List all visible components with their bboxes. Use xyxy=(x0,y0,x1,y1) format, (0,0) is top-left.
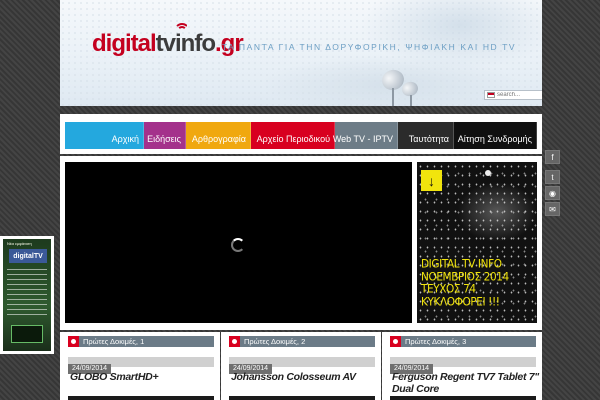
main-nav: Αρχική Ειδήσεις Αρθρογραφία Αρχείο Περιο… xyxy=(65,122,537,149)
nav-item-articles[interactable]: Αρθρογραφία xyxy=(186,122,251,149)
post-category[interactable]: Πρώτες Δοκιμές, 3 xyxy=(390,336,536,347)
nav-item-subscription[interactable]: Αίτηση Συνδρομής xyxy=(454,122,537,149)
nav-item-web-tv[interactable]: Web TV - IPTV xyxy=(333,122,398,149)
category-bullet-icon xyxy=(68,336,79,347)
ad-brand: digitalTV xyxy=(9,249,47,263)
nav-item-home[interactable]: Αρχική xyxy=(65,122,144,149)
post-thumbnail[interactable] xyxy=(229,396,375,400)
post-date: 24/09/2014 xyxy=(390,357,536,374)
search-box xyxy=(484,90,542,100)
arrow-down-icon: ↓ xyxy=(421,170,442,191)
nav-item-about[interactable]: Ταυτότητα xyxy=(398,122,454,149)
site-header: digitaltvinfo.gr ΤΑ ΠΑΝΤΑ ΓΙΑ ΤΗΝ ΔΟΡΥΦΟ… xyxy=(60,0,542,106)
site-tagline: ΤΑ ΠΑΝΤΑ ΓΙΑ ΤΗΝ ΔΟΡΥΦΟΡΙΚΗ, ΨΗΦΙΑΚΗ ΚΑΙ… xyxy=(222,42,517,52)
post-date: 24/09/2014 xyxy=(68,357,214,374)
post-card[interactable]: Πρώτες Δοκιμές, 3 24/09/2014 Ferguson Re… xyxy=(382,332,542,400)
twitter-icon[interactable]: t xyxy=(545,170,560,184)
magazine-promo[interactable]: ↓ DIGITAL TV INFO ΝΟΕΜΒΡΙΟΣ 2014 ΤΕΥΧΟΣ … xyxy=(417,162,537,323)
post-title[interactable]: Ferguson Regent TV7 Tablet 7'' Dual Core xyxy=(392,371,540,395)
nav-item-magazine-archive[interactable]: Αρχείο Περιοδικού xyxy=(251,122,335,149)
post-title[interactable]: Johansson Colosseum AV xyxy=(231,371,379,395)
ad-top-text: Νέα εμφάνιση xyxy=(7,241,32,246)
post-card[interactable]: Πρώτες Δοκιμές, 2 24/09/2014 Johansson C… xyxy=(221,332,381,400)
post-category[interactable]: Πρώτες Δοκιμές, 1 xyxy=(68,336,214,347)
nav-item-news[interactable]: Ειδήσεις xyxy=(144,122,186,149)
category-bullet-icon xyxy=(229,336,240,347)
email-icon[interactable]: ✉ xyxy=(545,202,560,216)
post-title[interactable]: GLOBO SmartHD+ xyxy=(70,371,218,395)
video-player[interactable] xyxy=(65,162,412,323)
post-card[interactable]: Πρώτες Δοκιμές, 1 24/09/2014 GLOBO Smart… xyxy=(60,332,220,400)
post-category[interactable]: Πρώτες Δοκιμές, 2 xyxy=(229,336,375,347)
search-input[interactable] xyxy=(497,91,542,99)
main-nav-container: Αρχική Ειδήσεις Αρθρογραφία Αρχείο Περιο… xyxy=(60,114,542,154)
facebook-icon[interactable]: f xyxy=(545,150,560,164)
header-banner: digitaltvinfo.gr ΤΑ ΠΑΝΤΑ ΓΙΑ ΤΗΝ ΔΟΡΥΦΟ… xyxy=(60,0,542,106)
post-date: 24/09/2014 xyxy=(229,357,375,374)
post-thumbnail[interactable] xyxy=(68,396,214,400)
rss-icon[interactable]: ◉ xyxy=(545,186,560,200)
loading-spinner-icon xyxy=(231,238,245,252)
side-advertisement[interactable]: Νέα εμφάνιση digitalTV xyxy=(0,236,54,354)
promo-text: DIGITAL TV INFO ΝΟΕΜΒΡΙΟΣ 2014 ΤΕΥΧΟΣ 74… xyxy=(421,257,509,309)
post-thumbnail[interactable] xyxy=(390,396,536,400)
site-logo[interactable]: digitaltvinfo.gr xyxy=(92,30,244,58)
featured-area: ↓ DIGITAL TV INFO ΝΟΕΜΒΡΙΟΣ 2014 ΤΕΥΧΟΣ … xyxy=(60,156,542,330)
language-flag-icon[interactable] xyxy=(487,92,495,98)
ad-product-image xyxy=(11,325,43,343)
category-bullet-icon xyxy=(390,336,401,347)
signal-icon xyxy=(173,21,187,31)
